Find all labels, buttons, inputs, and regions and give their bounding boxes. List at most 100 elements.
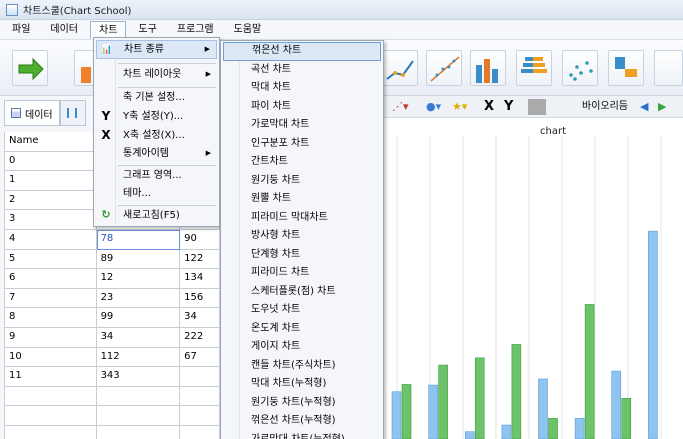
submenu-item-chart-type[interactable]: 곡선 차트 bbox=[223, 61, 381, 80]
table-cell[interactable]: 89 bbox=[96, 249, 181, 270]
submenu-item-chart-type[interactable]: 도우넛 차트 bbox=[223, 301, 381, 320]
population-chart-icon[interactable] bbox=[516, 50, 552, 86]
column-header[interactable]: Name bbox=[5, 132, 97, 152]
step-chart-icon[interactable] bbox=[608, 50, 644, 86]
table-cell[interactable]: 112 bbox=[96, 347, 181, 368]
menu-tools[interactable]: 도구 bbox=[130, 21, 164, 39]
menu-item-y-axis[interactable]: Y Y축 설정(Y)... bbox=[96, 107, 217, 126]
x-axis-button[interactable]: X bbox=[484, 99, 494, 115]
y-axis-button[interactable]: Y bbox=[504, 99, 513, 115]
table-cell[interactable]: 67 bbox=[180, 347, 220, 368]
table-cell[interactable]: 34 bbox=[180, 308, 220, 328]
menu-help[interactable]: 도움말 bbox=[226, 21, 270, 39]
table-cell[interactable]: 3 bbox=[5, 210, 97, 230]
table-cell[interactable] bbox=[180, 425, 220, 439]
table-cell[interactable] bbox=[96, 406, 181, 426]
bar-chart-icon[interactable] bbox=[74, 50, 94, 86]
dot-scatter-icon[interactable] bbox=[562, 50, 598, 86]
menu-item-refresh[interactable]: ↻ 새로고침(F5) bbox=[96, 206, 217, 225]
menu-item-x-axis[interactable]: X X축 설정(X)... bbox=[96, 126, 217, 145]
tab-chart[interactable] bbox=[59, 100, 86, 126]
chart-bar bbox=[574, 418, 585, 439]
menu-item-chart-layout[interactable]: 차트 레이아웃 ▶ bbox=[96, 65, 217, 84]
table-cell[interactable]: 222 bbox=[180, 327, 220, 348]
table-cell[interactable]: 122 bbox=[180, 249, 220, 270]
table-cell[interactable]: 6 bbox=[5, 269, 97, 289]
biorhythm-label[interactable]: 바이오리듬 bbox=[582, 99, 628, 115]
table-cell[interactable]: 99 bbox=[96, 308, 181, 328]
table-icon bbox=[11, 108, 21, 118]
submenu-item-chart-type[interactable]: 막대 차트 bbox=[223, 79, 381, 98]
submenu-item-chart-type[interactable]: 꺾은선 차트 bbox=[223, 42, 381, 61]
table-cell[interactable]: 5 bbox=[5, 249, 97, 270]
table-cell[interactable] bbox=[180, 367, 220, 387]
table-cell[interactable]: 78 bbox=[96, 229, 181, 250]
submenu-item-chart-type[interactable]: 원뿔 차트 bbox=[223, 190, 381, 209]
table-cell[interactable] bbox=[96, 386, 181, 407]
submenu-item-chart-type[interactable]: 단계형 차트 bbox=[223, 246, 381, 265]
table-cell[interactable]: 11 bbox=[5, 367, 97, 387]
submenu-item-chart-type[interactable]: 가로막대 차트 bbox=[223, 116, 381, 135]
prev-icon[interactable]: ◀ bbox=[640, 99, 648, 115]
table-cell[interactable]: 2 bbox=[5, 190, 97, 211]
submenu-item-chart-type[interactable]: 게이지 차트 bbox=[223, 338, 381, 357]
table-cell[interactable] bbox=[5, 386, 97, 407]
table-cell[interactable] bbox=[5, 406, 97, 426]
submenu-item-chart-type[interactable]: 막대 차트(누적형) bbox=[223, 375, 381, 394]
table-cell[interactable] bbox=[180, 406, 220, 426]
tab-data-label: 데이터 bbox=[25, 109, 53, 121]
menu-item-stats[interactable]: 통계아이템 ▶ bbox=[96, 144, 217, 163]
menu-item-axis-basic[interactable]: 축 기본 설정... bbox=[96, 88, 217, 107]
table-cell[interactable] bbox=[96, 425, 181, 439]
submenu-item-chart-type[interactable]: 캔들 차트(주식차트) bbox=[223, 357, 381, 376]
chart-bar bbox=[548, 418, 558, 439]
submenu-item-chart-type[interactable]: 인구분포 차트 bbox=[223, 135, 381, 154]
scatter-chart-icon[interactable] bbox=[426, 50, 462, 86]
table-cell[interactable]: 12 bbox=[96, 269, 181, 289]
arrow-right-icon[interactable] bbox=[12, 50, 48, 86]
submenu-item-chart-type[interactable]: 온도계 차트 bbox=[223, 320, 381, 339]
submenu-item-chart-type[interactable]: 스케터플롯(점) 차트 bbox=[223, 283, 381, 302]
submenu-item-chart-type[interactable]: 간트차트 bbox=[223, 153, 381, 172]
table-cell[interactable]: 0 bbox=[5, 151, 97, 172]
table-cell[interactable]: 156 bbox=[180, 288, 220, 309]
submenu-item-chart-type[interactable]: 방사형 차트 bbox=[223, 227, 381, 246]
menu-item-theme[interactable]: 테마... bbox=[96, 184, 217, 203]
table-cell[interactable]: 8 bbox=[5, 308, 97, 328]
submenu-item-chart-type[interactable]: 피라미드 차트 bbox=[223, 264, 381, 283]
table-cell[interactable]: 343 bbox=[96, 367, 181, 387]
menu-file[interactable]: 파일 bbox=[4, 21, 38, 39]
star-icon[interactable]: ★▾ bbox=[452, 99, 467, 115]
table-row: 4 78 90 bbox=[5, 229, 220, 250]
menu-data[interactable]: 데이터 bbox=[42, 21, 86, 39]
line-chart-icon[interactable] bbox=[382, 50, 418, 86]
table-cell[interactable]: 9 bbox=[5, 327, 97, 348]
table-cell[interactable]: 34 bbox=[96, 327, 181, 348]
submenu-item-chart-type[interactable]: 피라미드 막대차트 bbox=[223, 209, 381, 228]
menu-chart[interactable]: 차트 bbox=[90, 20, 127, 39]
submenu-item-chart-type[interactable]: 가로막대 차트(누적형) bbox=[223, 431, 381, 439]
menu-item-chart-type[interactable]: 📊 차트 종류 ▶ bbox=[96, 40, 217, 59]
table-cell[interactable] bbox=[180, 386, 220, 407]
table-cell[interactable]: 134 bbox=[180, 269, 220, 289]
play-icon[interactable]: ▶ bbox=[658, 99, 666, 115]
marker-icon[interactable]: ●▾ bbox=[426, 99, 441, 115]
line-style-icon[interactable]: ⋰▾ bbox=[392, 99, 409, 115]
column-chart-icon[interactable] bbox=[470, 50, 506, 86]
table-cell[interactable]: 1 bbox=[5, 171, 97, 191]
table-cell[interactable]: 7 bbox=[5, 288, 97, 309]
table-cell[interactable]: 23 bbox=[96, 288, 181, 309]
more-chart-icon[interactable] bbox=[654, 50, 683, 86]
color-swatch[interactable] bbox=[528, 99, 546, 115]
tab-data[interactable]: 데이터 bbox=[4, 100, 60, 126]
menu-item-graph-area[interactable]: 그래프 영역... bbox=[96, 166, 217, 185]
table-cell[interactable]: 10 bbox=[5, 347, 97, 368]
submenu-item-chart-type[interactable]: 원기둥 차트(누적형) bbox=[223, 394, 381, 413]
table-cell[interactable]: 90 bbox=[180, 229, 220, 250]
submenu-item-chart-type[interactable]: 꺾은선 차트(누적형) bbox=[223, 412, 381, 431]
table-cell[interactable]: 4 bbox=[5, 229, 97, 250]
submenu-item-chart-type[interactable]: 파이 차트 bbox=[223, 98, 381, 117]
menu-program[interactable]: 프로그램 bbox=[169, 21, 222, 39]
submenu-item-chart-type[interactable]: 원기둥 차트 bbox=[223, 172, 381, 191]
table-cell[interactable] bbox=[5, 425, 97, 439]
